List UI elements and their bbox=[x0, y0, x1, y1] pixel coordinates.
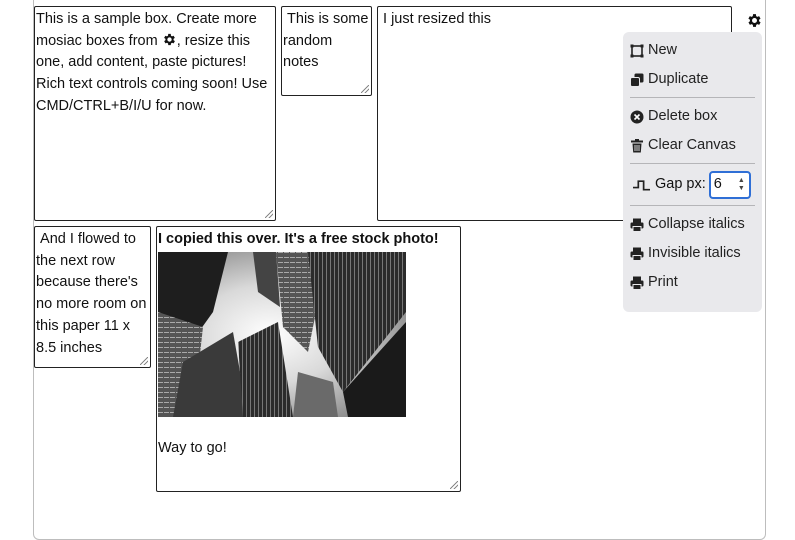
square-outline-icon bbox=[630, 44, 644, 57]
menu-item-new[interactable]: New bbox=[630, 36, 755, 65]
mosaic-box-flowed[interactable]: And I flowed to the next row because the… bbox=[34, 226, 151, 368]
menu-divider bbox=[630, 205, 755, 206]
skyscrapers-photo bbox=[158, 251, 406, 417]
resize-handle[interactable] bbox=[265, 210, 273, 218]
mosaic-box-sample[interactable]: This is a sample box. Create more mosiac… bbox=[34, 6, 276, 221]
step-wave-icon bbox=[633, 179, 650, 191]
menu-item-duplicate[interactable]: Duplicate bbox=[630, 65, 755, 94]
settings-menu: New Duplicate Delete box Clear Canvas Ga… bbox=[623, 32, 762, 312]
gap-label: Gap px: bbox=[655, 176, 706, 193]
mosaic-box-text[interactable]: This is some random notes bbox=[283, 9, 370, 74]
trash-icon bbox=[631, 138, 643, 152]
resize-handle[interactable] bbox=[140, 357, 148, 365]
gear-icon bbox=[163, 33, 175, 45]
printer-icon bbox=[630, 276, 644, 290]
copy-icon bbox=[630, 73, 644, 87]
resize-handle[interactable] bbox=[361, 85, 369, 93]
menu-item-collapse-italics[interactable]: Collapse italics bbox=[630, 210, 755, 239]
printer-icon bbox=[630, 247, 644, 261]
mosaic-box-photo[interactable]: I copied this over. It's a free stock ph… bbox=[156, 226, 461, 492]
printer-icon bbox=[630, 218, 644, 232]
menu-item-invisible-italics[interactable]: Invisible italics bbox=[630, 239, 755, 268]
gear-icon[interactable] bbox=[746, 12, 763, 29]
gap-setting: Gap px: 6 ▲ ▼ bbox=[630, 168, 755, 202]
menu-divider bbox=[630, 97, 755, 98]
mosaic-box-text[interactable]: And I flowed to the next row because the… bbox=[36, 229, 149, 359]
mosaic-box-notes[interactable]: This is some random notes bbox=[281, 6, 372, 96]
menu-item-print[interactable]: Print bbox=[630, 268, 755, 297]
photo-caption[interactable]: I copied this over. It's a free stock ph… bbox=[158, 229, 459, 251]
x-circle-icon bbox=[630, 110, 644, 123]
resize-handle[interactable] bbox=[450, 481, 458, 489]
mosaic-box-text[interactable]: I just resized this bbox=[379, 9, 730, 31]
spinner-arrows-icon[interactable]: ▲ ▼ bbox=[738, 177, 745, 193]
gap-px-input[interactable]: 6 ▲ ▼ bbox=[708, 171, 751, 199]
menu-item-delete-box[interactable]: Delete box bbox=[630, 102, 755, 131]
menu-divider bbox=[630, 163, 755, 164]
mosaic-box-text[interactable]: This is a sample box. Create more mosiac… bbox=[36, 9, 274, 118]
photo-footer-text[interactable]: Way to go! bbox=[158, 438, 459, 460]
menu-item-clear-canvas[interactable]: Clear Canvas bbox=[630, 131, 755, 160]
